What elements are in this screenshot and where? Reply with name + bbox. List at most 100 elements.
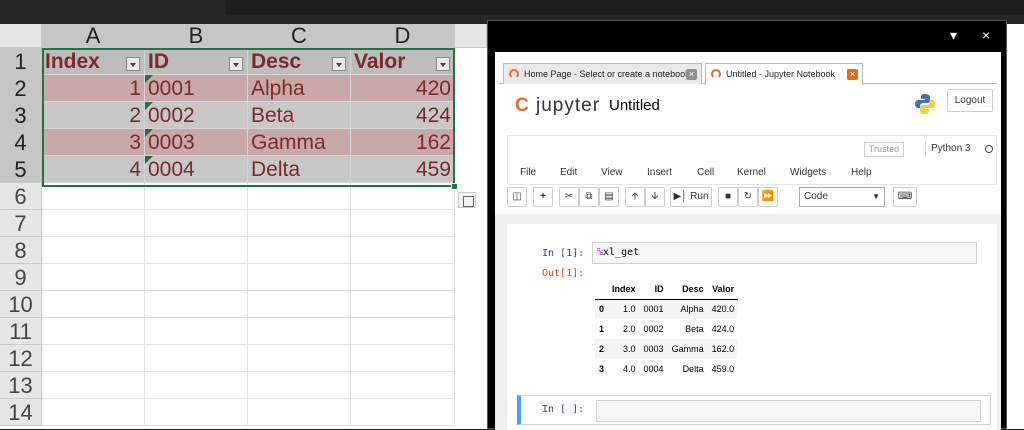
empty-cell[interactable] [42,291,145,318]
empty-cell[interactable] [248,345,351,372]
empty-cell[interactable] [351,291,455,318]
move-down-icon[interactable]: 🡫 [645,187,665,207]
empty-cell[interactable] [42,237,145,264]
empty-cell[interactable] [145,183,248,210]
close-window-button[interactable]: × [982,25,990,45]
menu-insert[interactable]: Insert [647,167,672,178]
empty-cell[interactable] [42,372,145,399]
kernel-name[interactable]: Python 3 [925,142,970,156]
row-header-6[interactable]: 6 [0,183,42,210]
row-header-8[interactable]: 8 [0,237,42,264]
empty-cell[interactable] [351,183,455,210]
jupyter-logo[interactable]: C jupyter [515,95,600,117]
row-header-12[interactable]: 12 [0,345,42,372]
row-header-5[interactable]: 5 [0,156,42,183]
code-cell-input[interactable]: %xl_get [592,242,977,264]
empty-cell[interactable] [248,183,351,210]
empty-cell[interactable] [248,210,351,237]
row-header-2[interactable]: 2 [0,75,42,102]
empty-cell[interactable] [42,183,145,210]
empty-code-cell[interactable]: In [ ]: [517,395,991,425]
logout-button[interactable]: Logout [947,89,993,112]
row-header-10[interactable]: 10 [0,291,42,318]
fill-handle[interactable] [451,183,458,190]
minimize-icon[interactable]: ▾ [950,25,957,45]
trusted-indicator[interactable]: Trusted [864,142,904,157]
menu-edit[interactable]: Edit [560,167,577,178]
filter-dropdown-icon[interactable] [229,57,243,71]
menu-cell[interactable]: Cell [697,167,714,178]
menu-widgets[interactable]: Widgets [790,167,826,178]
empty-cell[interactable] [42,264,145,291]
empty-cell[interactable] [248,318,351,345]
empty-cell-input[interactable] [596,400,981,422]
restart-icon[interactable]: ↻ [738,187,758,207]
empty-cell[interactable] [248,372,351,399]
data-cell[interactable]: Alpha [248,75,351,102]
column-header-a[interactable]: A [42,24,145,48]
data-cell[interactable]: 3 [42,129,145,156]
header-cell-id[interactable]: ID [145,48,248,75]
cell-type-select[interactable]: Code ▼ [799,187,885,207]
row-header-4[interactable]: 4 [0,129,42,156]
empty-cell[interactable] [145,372,248,399]
empty-cell[interactable] [351,318,455,345]
paste-icon[interactable]: ▤ [599,187,619,207]
header-cell-index[interactable]: Index [42,48,145,75]
notebook-title[interactable]: Untitled [609,97,660,114]
cut-icon[interactable]: ✂ [559,187,579,207]
restart-run-all-icon[interactable]: ⏩ [758,187,778,207]
row-header-7[interactable]: 7 [0,210,42,237]
data-cell[interactable]: 420 [351,75,455,102]
data-cell[interactable]: 162 [351,129,455,156]
empty-cell[interactable] [145,291,248,318]
tab-close-icon[interactable]: × [686,69,697,80]
select-all-corner[interactable] [0,24,42,48]
empty-cell[interactable] [351,237,455,264]
empty-cell[interactable] [145,210,248,237]
empty-cell[interactable] [145,345,248,372]
data-cell[interactable]: Gamma [248,129,351,156]
data-cell[interactable]: Delta [248,156,351,183]
menu-file[interactable]: File [520,167,536,178]
row-header-14[interactable]: 14 [0,399,42,426]
move-up-icon[interactable]: 🡩 [625,187,645,207]
empty-cell[interactable] [248,264,351,291]
data-cell[interactable]: 2 [42,102,145,129]
keyboard-icon[interactable]: ⌨ [893,187,917,207]
data-cell[interactable]: Beta [248,102,351,129]
tab-untitled-notebook[interactable]: Untitled - Jupyter Notebook × [705,63,863,85]
filter-dropdown-icon[interactable] [436,57,450,71]
column-header-c[interactable]: C [248,24,351,48]
empty-cell[interactable] [145,318,248,345]
data-cell[interactable]: 4 [42,156,145,183]
row-header-13[interactable]: 13 [0,372,42,399]
filter-dropdown-icon[interactable] [332,57,346,71]
empty-cell[interactable] [248,399,351,426]
header-cell-desc[interactable]: Desc [248,48,351,75]
empty-cell[interactable] [248,291,351,318]
tab-home-page[interactable]: Home Page - Select or create a notebook … [503,63,702,84]
empty-cell[interactable] [351,345,455,372]
quick-analysis-icon[interactable] [458,192,476,208]
empty-cell[interactable] [145,237,248,264]
filter-dropdown-icon[interactable] [126,57,140,71]
menu-help[interactable]: Help [851,167,872,178]
empty-cell[interactable] [248,237,351,264]
header-cell-valor[interactable]: Valor [351,48,455,75]
empty-cell[interactable] [42,318,145,345]
empty-cell[interactable] [351,399,455,426]
menu-kernel[interactable]: Kernel [737,167,766,178]
data-cell[interactable]: 424 [351,102,455,129]
data-cell[interactable]: 0004 [145,156,248,183]
empty-cell[interactable] [42,210,145,237]
empty-cell[interactable] [42,399,145,426]
data-cell[interactable]: 0003 [145,129,248,156]
empty-cell[interactable] [145,264,248,291]
tab-close-icon[interactable]: × [847,69,858,80]
row-header-9[interactable]: 9 [0,264,42,291]
empty-cell[interactable] [42,345,145,372]
column-header-d[interactable]: D [351,24,455,48]
empty-cell[interactable] [351,264,455,291]
data-cell[interactable]: 459 [351,156,455,183]
